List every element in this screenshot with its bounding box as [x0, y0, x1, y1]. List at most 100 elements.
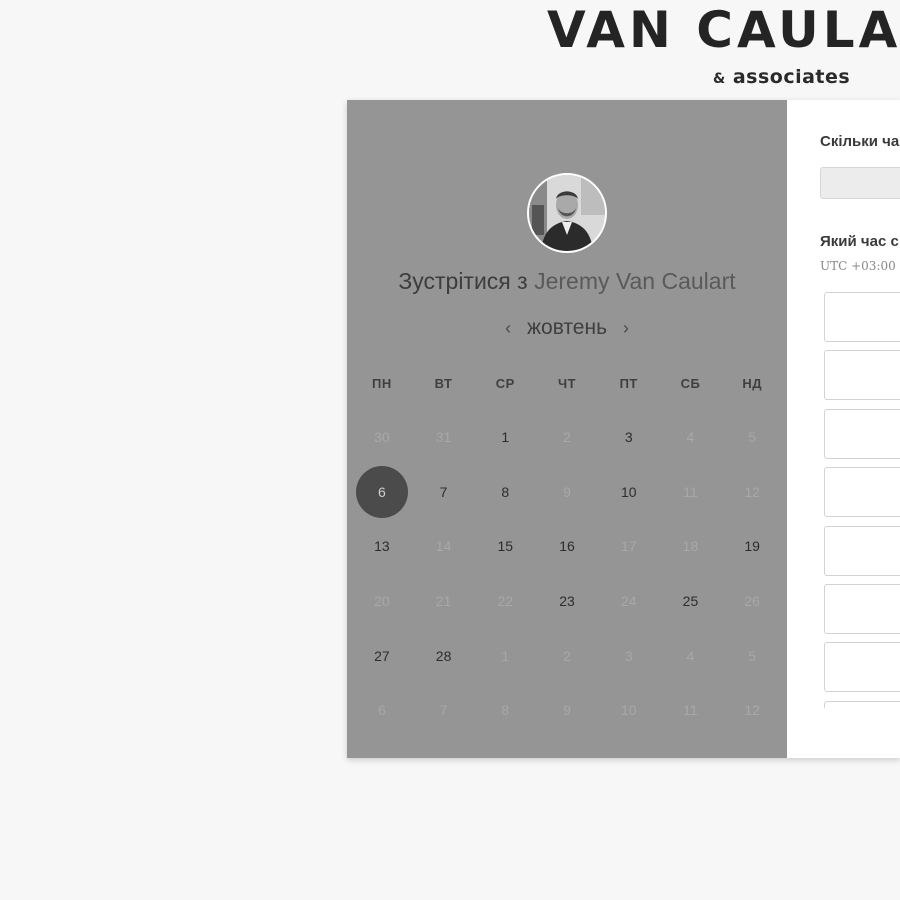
calendar-day-number: 1 — [501, 429, 510, 446]
host-name: Jeremy Van Caulart — [534, 268, 736, 294]
calendar-day-number: 14 — [435, 538, 452, 555]
calendar-day: 17 — [598, 519, 660, 574]
calendar-day-number: 27 — [374, 647, 390, 664]
calendar-day: 6 — [351, 683, 413, 738]
calendar-day-selected[interactable]: 6 — [351, 465, 413, 520]
calendar-day: 12 — [721, 465, 783, 520]
calendar-grid: 30 31 1 2 3 4 5 6 7 8 9 10 11 12 13 14 15 16 17 18 19 20 21 22 2… — [351, 410, 783, 738]
calendar-day-number: 13 — [374, 538, 390, 555]
calendar-day-number: 8 — [501, 702, 510, 719]
booking-widget: Зустрітися з Jeremy Van Caulart ‹ жовтен… — [347, 100, 900, 758]
calendar-day-number: 11 — [683, 483, 698, 500]
calendar-day[interactable]: 8 — [474, 465, 536, 520]
time-question: Який час с — [820, 233, 899, 250]
calendar-day-number: 7 — [439, 702, 448, 719]
calendar-day-number: 21 — [435, 593, 452, 610]
time-slot-button[interactable] — [824, 642, 900, 693]
calendar-day: 20 — [351, 574, 413, 629]
meeting-prefix: Зустрітися з — [398, 268, 528, 294]
calendar-day[interactable]: 3 — [598, 410, 660, 465]
calendar-week-row: 20 21 22 23 24 25 26 — [351, 574, 783, 629]
booking-form-panel: Скільки ча Який час с UTC +03:00 — [787, 100, 900, 758]
calendar-day: 9 — [536, 683, 598, 738]
calendar-day: 5 — [721, 628, 783, 683]
calendar-day-number: 24 — [620, 593, 637, 610]
calendar-day[interactable]: 23 — [536, 574, 598, 629]
calendar-day[interactable]: 10 — [598, 465, 660, 520]
calendar-day-number: 10 — [620, 483, 637, 500]
calendar-day-number: 18 — [682, 538, 699, 555]
calendar-day[interactable]: 1 — [474, 410, 536, 465]
calendar-day[interactable]: 19 — [721, 519, 783, 574]
calendar-day-number: 9 — [563, 702, 571, 719]
calendar-day-number: 17 — [620, 538, 637, 555]
calendar-day: 24 — [598, 574, 660, 629]
calendar-week-row: 30 31 1 2 3 4 5 — [351, 410, 783, 465]
calendar-day-number: 3 — [624, 429, 633, 446]
calendar-day[interactable]: 25 — [660, 574, 722, 629]
time-slot-button[interactable] — [824, 292, 900, 342]
calendar-day: 3 — [598, 628, 660, 683]
calendar-day: 7 — [413, 683, 475, 738]
calendar-day[interactable]: 15 — [474, 519, 536, 574]
calendar-day-number: 2 — [563, 429, 571, 446]
calendar-day: 4 — [660, 628, 722, 683]
calendar-day-number: 2 — [563, 647, 571, 664]
calendar-day[interactable]: 16 — [536, 519, 598, 574]
calendar-week-row: 13 14 15 16 17 18 19 — [351, 519, 783, 574]
weekday-wed: СР — [495, 376, 515, 391]
weekday-tue: ВТ — [434, 376, 453, 391]
calendar-day-number: 12 — [744, 483, 760, 500]
calendar-day-number: 6 — [377, 702, 386, 719]
calendar-day: 2 — [536, 410, 598, 465]
avatar — [527, 173, 607, 253]
page: VAN CAULART & associates Зуст — [0, 0, 900, 900]
calendar-panel: Зустрітися з Jeremy Van Caulart ‹ жовтен… — [347, 100, 787, 758]
weekday-sat: СБ — [680, 376, 701, 391]
next-month-icon[interactable]: › — [613, 318, 639, 339]
brand-ampersand: & — [713, 71, 726, 87]
calendar-day-number: 5 — [748, 647, 757, 664]
calendar-day-number: 9 — [563, 483, 571, 500]
calendar-day[interactable]: 7 — [413, 465, 475, 520]
calendar-day-number: 23 — [559, 593, 575, 610]
time-slot-button[interactable] — [824, 350, 900, 401]
calendar-day-number: 20 — [374, 593, 390, 610]
calendar-day-number: 30 — [374, 429, 390, 446]
weekday-sun: НД — [742, 376, 762, 391]
calendar-day-number: 16 — [559, 538, 575, 555]
duration-select[interactable] — [820, 167, 900, 199]
calendar-day-number: 8 — [501, 483, 510, 500]
calendar-day-number: 26 — [744, 593, 760, 610]
time-slot-button[interactable] — [824, 408, 900, 459]
time-slot-button[interactable] — [824, 700, 900, 708]
calendar-day-number: 10 — [620, 702, 637, 719]
calendar-day-number: 7 — [439, 483, 448, 500]
host-photo-icon — [529, 175, 605, 251]
calendar-day[interactable]: 27 — [351, 628, 413, 683]
time-slot-button[interactable] — [824, 467, 900, 518]
calendar-day-number: 28 — [435, 647, 452, 664]
calendar-day: 30 — [351, 410, 413, 465]
time-slot-button[interactable] — [824, 584, 900, 634]
calendar-day-number: 1 — [501, 647, 510, 664]
calendar-day: 1 — [474, 628, 536, 683]
calendar-week-row: 6 7 8 9 10 11 12 — [351, 465, 783, 520]
calendar-day-number: 22 — [497, 593, 514, 610]
calendar-day[interactable]: 13 — [351, 519, 413, 574]
time-slot-button[interactable] — [824, 525, 900, 576]
calendar-day-number: 5 — [748, 429, 757, 446]
duration-question: Скільки ча — [820, 133, 900, 150]
time-slot-list — [824, 292, 900, 708]
calendar-day-number: 11 — [683, 702, 698, 719]
weekday-thu: ЧТ — [557, 376, 577, 391]
brand-logo-subtitle: & associates — [713, 66, 850, 88]
month-label: жовтень — [526, 316, 608, 339]
brand-logo-title: VAN CAULART — [547, 1, 900, 59]
calendar-day: 26 — [721, 574, 783, 629]
prev-month-icon[interactable]: ‹ — [495, 318, 521, 339]
calendar-day[interactable]: 28 — [413, 628, 475, 683]
meeting-title: Зустрітися з Jeremy Van Caulart — [347, 268, 787, 295]
weekday-fri: ПТ — [619, 376, 638, 391]
calendar-day: 12 — [721, 683, 783, 738]
